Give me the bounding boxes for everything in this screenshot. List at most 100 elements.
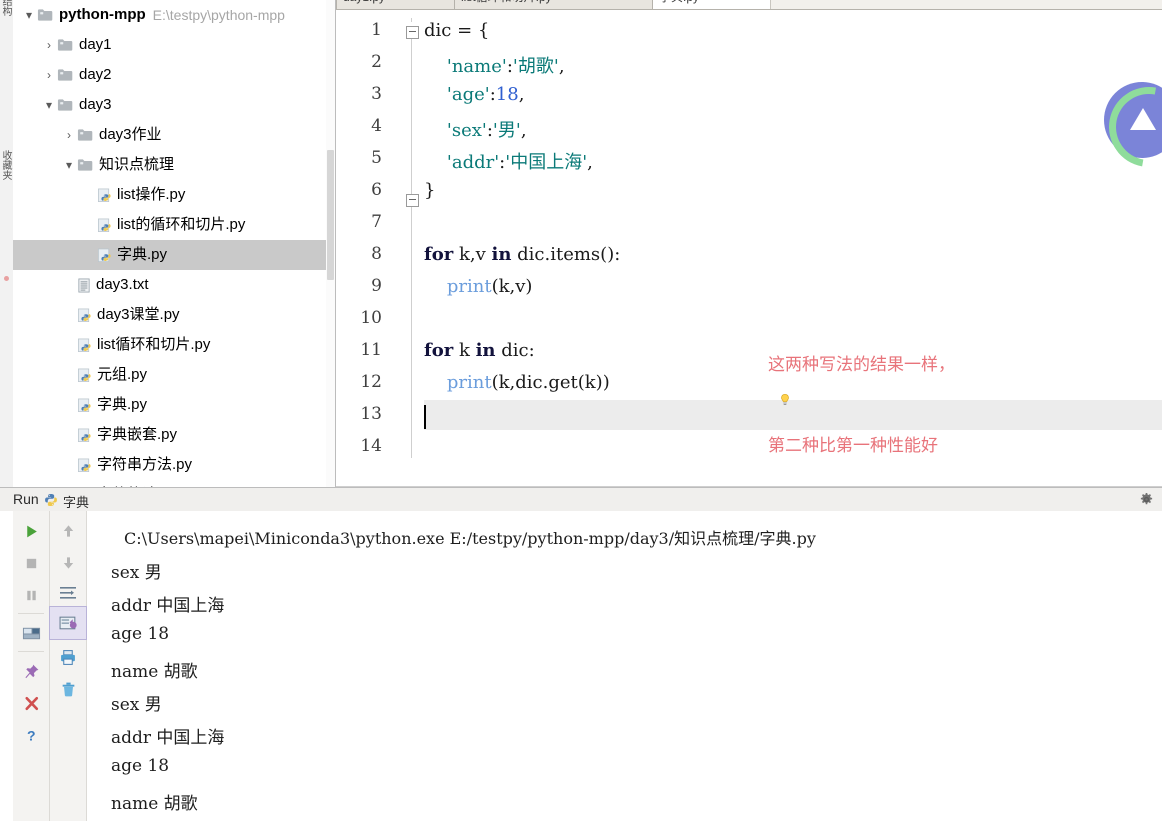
console-line: age 18	[111, 756, 170, 776]
chevron-right-icon[interactable]: ›	[41, 30, 57, 60]
fold-gutter[interactable]	[392, 10, 424, 487]
folder-icon	[57, 98, 74, 112]
project-scrollbar-thumb[interactable]	[327, 150, 334, 280]
code-line[interactable]: for k,v in dic.items():	[424, 244, 620, 265]
chevron-right-icon[interactable]: ›	[61, 120, 77, 150]
rerun-button[interactable]	[13, 515, 49, 547]
tree-row-root[interactable]: ▾ python-mpp E:\testpy\python-mpp	[13, 0, 335, 30]
fold-collapse-end-icon[interactable]	[406, 194, 419, 207]
chevron-down-icon[interactable]: ▾	[61, 150, 77, 180]
tree-item-label: list的循环和切片.py	[117, 216, 246, 234]
code-token: 'sex'	[446, 120, 487, 141]
tree-row[interactable]: 文件的读写.py	[13, 480, 335, 487]
editor-area: day1.py list循环和切片.py 字典.py 1234567891011…	[336, 0, 1162, 487]
tree-row[interactable]: › day2	[13, 60, 335, 90]
text-caret	[424, 405, 426, 429]
tree-row[interactable]: 元组.py	[13, 360, 335, 390]
pause-button[interactable]	[13, 579, 49, 611]
python-file-icon	[97, 188, 112, 203]
editor-tab-0[interactable]: day1.py	[336, 0, 466, 9]
code-line[interactable]: print(k,dic.get(k))	[424, 372, 610, 393]
tree-row[interactable]: list的循环和切片.py	[13, 210, 335, 240]
editor-tab-2[interactable]: 字典.py	[652, 0, 780, 9]
code-line[interactable]: 'name':'胡歌',	[424, 52, 565, 78]
tree-row[interactable]: 字典.py	[13, 240, 335, 270]
code-line[interactable]: 'addr':'中国上海',	[424, 148, 593, 174]
fold-collapse-icon[interactable]	[406, 26, 419, 39]
trash-icon[interactable]	[50, 673, 86, 705]
code-line[interactable]: }	[424, 180, 435, 201]
editor-tab-1[interactable]: list循环和切片.py	[454, 0, 664, 9]
run-config-name: 字典	[63, 495, 90, 510]
line-number: 10	[360, 308, 382, 328]
code-line[interactable]: dic = {	[424, 20, 489, 41]
run-console: ? C:\Users\mapei\Miniconda3\python.exe E…	[0, 511, 1162, 821]
tree-item-label: day3	[79, 96, 112, 114]
restore-layout-button[interactable]	[13, 617, 49, 649]
code-editor[interactable]: 1 2 3 4 5 6 7 8 9 10 11 12 13 14 dic = { 'name':'胡歌',…	[336, 10, 1162, 487]
python-file-icon	[77, 368, 92, 383]
tree-row[interactable]: ▾ day3	[13, 90, 335, 120]
code-token: in	[491, 244, 512, 265]
help-question-icon[interactable]: ?	[13, 719, 49, 751]
chevron-right-icon[interactable]: ›	[41, 60, 57, 90]
scroll-to-end-button[interactable]	[49, 606, 87, 640]
code-line[interactable]: for k in dic:	[424, 340, 535, 361]
project-tool-window: ▾ python-mpp E:\testpy\python-mpp › day1 › day…	[13, 0, 336, 487]
code-token: '胡歌'	[512, 56, 559, 77]
chevron-down-icon[interactable]: ▾	[41, 90, 57, 120]
tree-row[interactable]: › day1	[13, 30, 335, 60]
project-tree[interactable]: ▾ python-mpp E:\testpy\python-mpp › day1 › day…	[13, 0, 335, 487]
line-number-gutter[interactable]: 1 2 3 4 5 6 7 8 9 10 11 12 13 14	[336, 10, 392, 487]
tree-item-label: 字典.py	[97, 396, 148, 414]
tool-window-label-favorites[interactable]: 收藏夹	[0, 150, 13, 180]
tree-row[interactable]: ▾ 知识点梳理	[13, 150, 335, 180]
editor-tab-label: list循环和切片.py	[461, 0, 552, 4]
gear-icon[interactable]	[1139, 492, 1154, 507]
code-line[interactable]: print(k,v)	[424, 276, 533, 297]
tree-item-label: day3课堂.py	[97, 306, 180, 324]
tree-row[interactable]: list循环和切片.py	[13, 330, 335, 360]
prev-occurrence-button[interactable]	[50, 515, 86, 547]
project-root-path: E:\testpy\python-mpp	[152, 7, 285, 24]
print-button[interactable]	[50, 641, 86, 673]
python-file-icon	[77, 308, 92, 323]
console-output[interactable]: C:\Users\mapei\Miniconda3\python.exe E:/…	[87, 511, 1162, 821]
line-number: 1	[371, 20, 382, 40]
code-token: ,	[520, 120, 527, 141]
soft-wrap-button[interactable]	[50, 577, 86, 609]
line-number: 13	[360, 404, 382, 424]
tool-window-label-structure[interactable]: 结构	[0, 0, 13, 16]
line-number: 4	[371, 116, 382, 136]
line-number: 7	[371, 212, 382, 232]
python-icon	[44, 493, 58, 507]
tree-row[interactable]: day3课堂.py	[13, 300, 335, 330]
editor-tab-label: 字典.py	[659, 0, 699, 4]
tree-row[interactable]: day3.txt	[13, 270, 335, 300]
tree-row[interactable]: 字典.py	[13, 390, 335, 420]
pin-tab-button[interactable]	[13, 655, 49, 687]
chevron-down-icon[interactable]: ▾	[21, 0, 37, 30]
code-token: for	[424, 244, 454, 265]
tree-item-label: 字典嵌套.py	[97, 426, 178, 444]
close-button[interactable]	[13, 687, 49, 719]
code-token: '中国上海'	[505, 152, 588, 173]
tree-item-label: day3.txt	[96, 276, 149, 294]
folder-icon	[57, 38, 74, 52]
stop-button[interactable]	[13, 547, 49, 579]
strip-marker-dot	[4, 276, 9, 281]
line-number: 9	[371, 276, 382, 296]
next-occurrence-button[interactable]	[50, 547, 86, 579]
line-number: 5	[371, 148, 382, 168]
console-line: sex 男	[111, 695, 162, 715]
tree-item-label: 元组.py	[97, 366, 148, 384]
code-line[interactable]: 'sex':'男',	[424, 116, 527, 142]
tree-row[interactable]: list操作.py	[13, 180, 335, 210]
code-line[interactable]: 'age':18,	[424, 84, 525, 105]
console-line: age 18	[111, 624, 170, 644]
project-scrollbar[interactable]	[326, 0, 335, 487]
tree-row[interactable]: 字典嵌套.py	[13, 420, 335, 450]
tree-row[interactable]: 字符串方法.py	[13, 450, 335, 480]
tree-row[interactable]: › day3作业	[13, 120, 335, 150]
